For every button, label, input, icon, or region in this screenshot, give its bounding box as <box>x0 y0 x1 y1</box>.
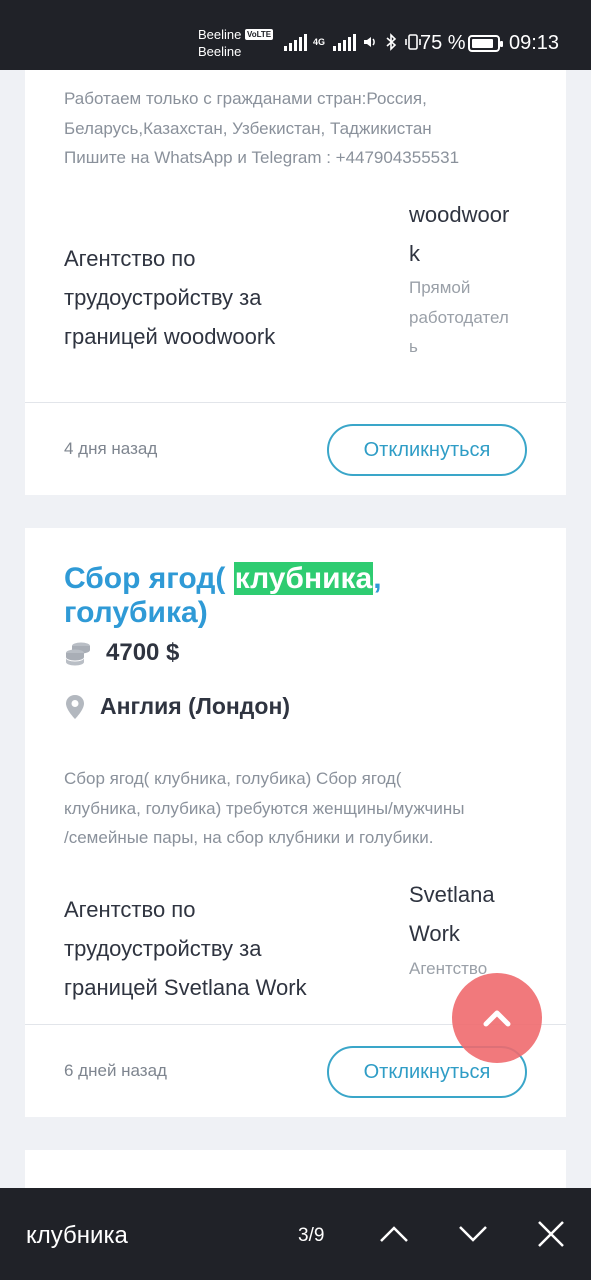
posted-date: 4 дня назад <box>64 439 158 458</box>
employer-name-line: k <box>409 241 420 266</box>
title-text: голубика) <box>64 596 208 629</box>
card-divider <box>25 402 566 403</box>
job-title[interactable]: Сбор ягод( клубника, голубика) <box>64 562 534 630</box>
signal-icon-2 <box>333 33 357 51</box>
employer-type-line: Прямой <box>409 278 471 297</box>
carrier-name-1: Beeline <box>198 27 242 42</box>
location-row: Англия (Лондон) <box>64 693 290 720</box>
next-match-button[interactable] <box>455 1216 491 1252</box>
description-line: клубника, голубика) требуются женщины/му… <box>64 798 465 818</box>
respond-button[interactable]: Откликнуться <box>327 424 527 476</box>
description-line: Работаем только с гражданами стран:Росси… <box>64 89 427 108</box>
previous-match-button[interactable] <box>376 1216 412 1252</box>
employer-name[interactable]: woodwoor k <box>409 195 529 273</box>
network-type: 4G <box>313 36 326 47</box>
coins-icon <box>66 642 90 666</box>
employer-name-line: woodwoor <box>409 202 510 227</box>
salary-row: 4700 $ <box>64 639 179 667</box>
salary-value: 4700 $ <box>106 639 180 666</box>
chevron-up-icon <box>380 1226 408 1242</box>
bluetooth-icon <box>386 33 397 51</box>
title-text: , <box>373 562 382 595</box>
volume-icon <box>364 37 375 47</box>
clock: 09:13 <box>509 32 560 54</box>
battery-icon <box>468 35 503 52</box>
carrier-name-2: Beeline <box>198 44 242 59</box>
agency-line: трудоустройству за <box>64 285 262 310</box>
match-counter: 3/9 <box>298 1225 325 1246</box>
description-line: Пишите на WhatsApp и Telegram : +4479043… <box>64 148 460 167</box>
employer-name-line: Work <box>409 921 460 946</box>
battery-percent: 75 % <box>420 32 466 54</box>
employer-type: Прямой работодател ь <box>409 273 529 362</box>
scroll-to-top-button[interactable] <box>452 973 542 1063</box>
agency-line: границей Svetlana Work <box>64 975 307 1000</box>
agency-line: границей woodwoork <box>64 324 276 349</box>
title-text: Сбор ягод( <box>64 562 234 595</box>
employer-name[interactable]: Svetlana Work <box>409 875 529 953</box>
carrier-info: Beeline VoLTE Beeline <box>198 26 274 60</box>
agency-name[interactable]: Агентство по трудоустройству за границей… <box>64 239 384 356</box>
employer-type-line: ь <box>409 337 418 356</box>
chevron-up-icon <box>483 1010 511 1027</box>
job-description: Сбор ягод( клубника, голубика) Сбор ягод… <box>64 764 534 853</box>
find-input[interactable]: клубника <box>26 1222 128 1250</box>
job-card: Работаем только с гражданами стран:Росси… <box>25 70 566 495</box>
agency-name[interactable]: Агентство по трудоустройству за границей… <box>64 890 384 1007</box>
location-value: Англия (Лондон) <box>100 693 291 719</box>
agency-line: Агентство по <box>64 246 196 271</box>
posted-date: 6 дней назад <box>64 1061 167 1080</box>
status-bar: Beeline VoLTE Beeline 4G 75 % 09:13 <box>0 0 591 70</box>
agency-line: трудоустройству за <box>64 936 262 961</box>
chevron-down-icon <box>459 1226 487 1242</box>
description-line: /семейные пары, на сбор клубники и голуб… <box>64 828 434 847</box>
employer-type-line: работодател <box>409 307 509 327</box>
agency-line: Агентство по <box>64 897 196 922</box>
employer-name-line: Svetlana <box>409 882 495 907</box>
find-in-page-bar: клубника 3/9 <box>0 1188 591 1280</box>
location-pin-icon <box>66 694 84 719</box>
signal-icon <box>284 33 307 51</box>
description-line: Беларусь,Казахстан, Узбекистан, Таджикис… <box>64 118 432 138</box>
description-line: Сбор ягод( клубника, голубика) Сбор ягод… <box>64 769 402 788</box>
status-icons: 4G <box>284 30 422 54</box>
close-find-button[interactable] <box>533 1216 569 1252</box>
volte-badge: VoLTE <box>245 29 274 40</box>
job-description: Работаем только с гражданами стран:Росси… <box>64 84 534 173</box>
search-highlight: клубника <box>233 562 374 595</box>
close-icon <box>538 1221 564 1247</box>
